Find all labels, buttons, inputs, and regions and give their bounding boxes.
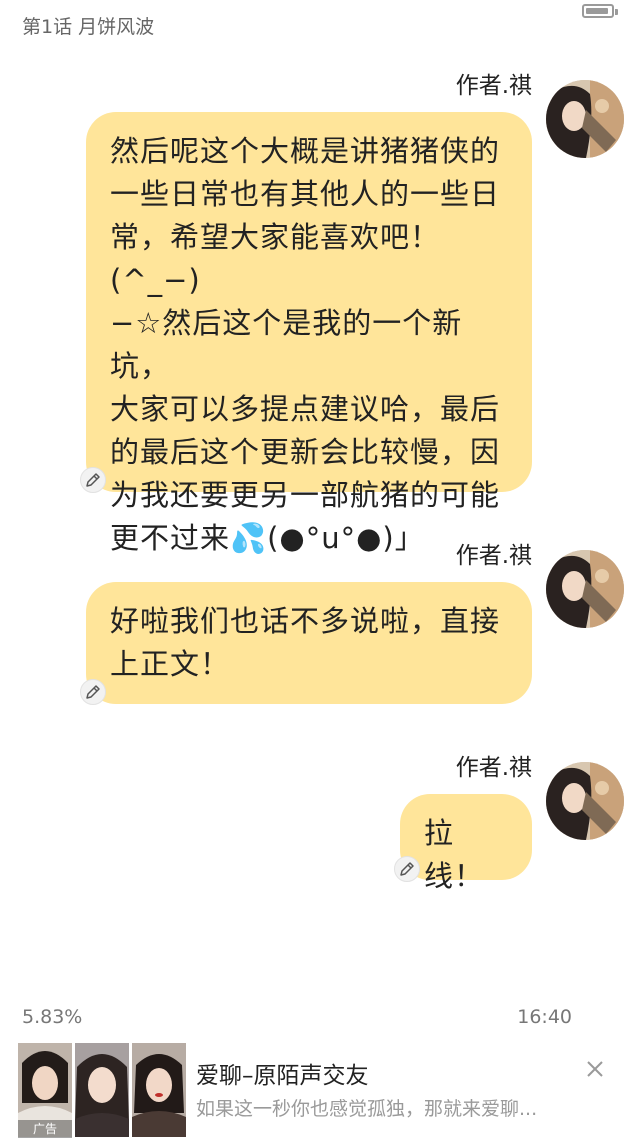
reading-progress: 5.83%	[22, 1006, 83, 1028]
message-line: 拉线！	[424, 816, 485, 893]
ad-title[interactable]: 爱聊–原陌声交友	[196, 1056, 369, 1090]
pencil-icon	[86, 473, 100, 487]
message-line: 常，希望大家能喜欢吧！(^_−)	[110, 220, 441, 297]
ad-image[interactable]	[132, 1043, 186, 1137]
ad-close-button[interactable]	[584, 1058, 606, 1080]
message-line: 大家可以多提点建议哈，最后	[110, 392, 501, 426]
message-line: 一些日常也有其他人的一些日	[110, 177, 501, 211]
ad-description[interactable]: 如果这一秒你也感觉孤独，那就来爱聊...	[196, 1094, 537, 1121]
author-name: 作者.祺	[455, 755, 532, 781]
pencil-icon	[86, 685, 100, 699]
author-avatar[interactable]	[546, 762, 624, 840]
message-line: −☆然后这个是我的一个新坑，	[110, 306, 463, 383]
edit-button[interactable]	[80, 679, 106, 705]
close-icon	[587, 1061, 603, 1077]
battery-level	[586, 8, 608, 14]
author-name: 作者.祺	[455, 73, 532, 99]
message-line: 的最后这个更新会比较慢，因	[110, 435, 501, 469]
edit-button[interactable]	[80, 467, 106, 493]
edit-button[interactable]	[394, 856, 420, 882]
pencil-icon	[400, 862, 414, 876]
message-bubble: 然后呢这个大概是讲猪猪侠的 一些日常也有其他人的一些日 常，希望大家能喜欢吧！(…	[86, 112, 532, 555]
battery-tip	[615, 9, 618, 15]
chapter-title: 第1话 月饼风波	[22, 16, 155, 38]
author-name: 作者.祺	[455, 543, 532, 569]
message-bubble: 好啦我们也话不多说啦，直接 上正文！	[86, 582, 532, 704]
message-line: 上正文！	[110, 647, 231, 681]
clock: 16:40	[517, 1006, 572, 1028]
ad-tag: 广告	[18, 1120, 72, 1138]
message-line: 好啦我们也话不多说啦，直接	[110, 604, 501, 638]
message-line: 为我还要更另一部航猪的可能	[110, 478, 501, 512]
battery-icon	[582, 4, 614, 18]
ad-image[interactable]	[75, 1043, 129, 1137]
author-avatar[interactable]	[546, 80, 624, 158]
reader-status-bar: 5.83% 16:40	[0, 1006, 640, 1034]
message-line: 更不过来💦(●°u°●)」	[110, 521, 425, 555]
message-line: 然后呢这个大概是讲猪猪侠的	[110, 134, 501, 168]
author-avatar[interactable]	[546, 550, 624, 628]
